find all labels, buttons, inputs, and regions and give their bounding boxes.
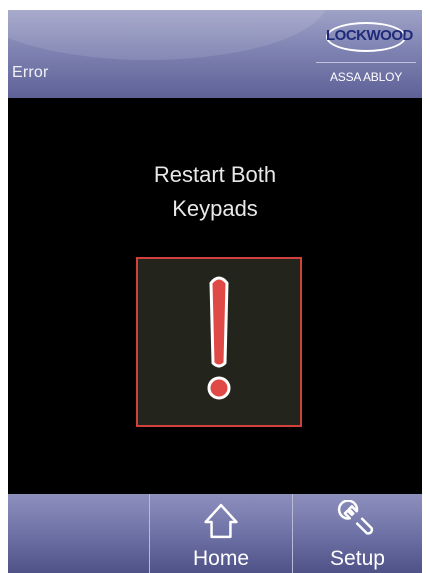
home-button-label: Home xyxy=(192,547,250,570)
error-message-line-1: Restart Both xyxy=(153,162,277,187)
logo-text: LOCKWOOD xyxy=(326,27,413,44)
bottom-nav: Home Setup xyxy=(8,494,422,573)
setup-button-label: Setup xyxy=(330,547,385,570)
exclamation-icon xyxy=(207,276,231,400)
error-message-line-2: Keypads xyxy=(172,196,258,221)
device-screen: Error LOCKWOOD ASSA ABLOY Restart Both K… xyxy=(8,10,422,573)
setup-button[interactable]: Setup xyxy=(292,494,422,573)
brand-logo: LOCKWOOD ASSA ABLOY xyxy=(316,22,416,92)
header-sheen xyxy=(8,10,328,60)
nav-button-blank[interactable] xyxy=(8,494,149,573)
wrench-icon xyxy=(337,500,374,535)
header-bar: Error LOCKWOOD ASSA ABLOY xyxy=(8,10,422,98)
home-icon xyxy=(204,503,238,539)
error-message: Restart Both Keypads xyxy=(8,158,422,226)
logo-subtext: ASSA ABLOY xyxy=(329,70,403,84)
home-button[interactable]: Home xyxy=(149,494,292,573)
page-title: Error xyxy=(12,64,49,81)
alert-box xyxy=(136,257,302,427)
logo-divider xyxy=(316,62,416,63)
